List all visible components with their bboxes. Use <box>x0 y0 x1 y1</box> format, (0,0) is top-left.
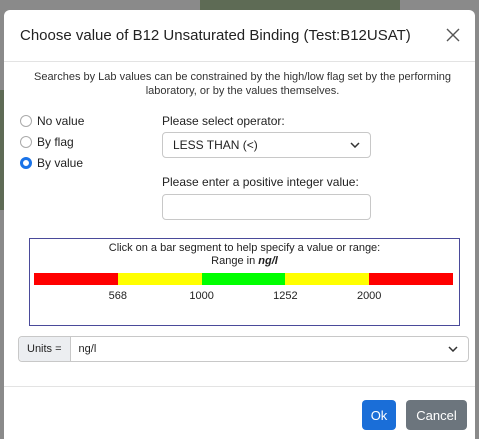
range-segment-1[interactable] <box>34 273 118 285</box>
units-select[interactable]: ng/l <box>71 337 468 361</box>
range-segment-4[interactable] <box>285 273 370 285</box>
chevron-down-icon <box>448 346 458 352</box>
operator-label: Please select operator: <box>162 114 285 128</box>
radio-label: No value <box>37 114 85 128</box>
dialog-header: Choose value of B12 Unsaturated Binding … <box>4 10 475 62</box>
value-label: Please enter a positive integer value: <box>162 175 359 189</box>
value-input[interactable] <box>162 194 371 220</box>
cancel-button[interactable]: Cancel <box>406 400 467 430</box>
radio-by-value[interactable]: By value <box>20 155 83 171</box>
range-segment-5[interactable] <box>369 273 453 285</box>
units-selected-value: ng/l <box>78 343 97 355</box>
range-tick-label: 2000 <box>356 290 382 302</box>
footer-divider <box>4 386 475 387</box>
close-icon <box>446 28 460 42</box>
dialog-title: Choose value of B12 Unsaturated Binding … <box>20 27 411 44</box>
range-bar <box>34 273 453 285</box>
ok-button[interactable]: Ok <box>362 400 396 430</box>
radio-indicator <box>20 115 32 127</box>
close-button[interactable] <box>441 23 465 47</box>
operator-selected-value: LESS THAN (<) <box>173 138 258 152</box>
range-tick-label: 1000 <box>189 290 214 302</box>
radio-label: By value <box>37 156 84 170</box>
range-unit-prefix: Range in <box>211 255 259 267</box>
range-segment-3[interactable] <box>201 273 286 285</box>
choose-value-dialog: Choose value of B12 Unsaturated Binding … <box>4 10 475 439</box>
range-helper: Click on a bar segment to help specify a… <box>29 238 460 326</box>
range-tick-label: 1252 <box>273 290 298 302</box>
radio-by-flag[interactable]: By flag <box>20 134 74 150</box>
radio-indicator-checked <box>20 157 32 169</box>
range-unit-line: Range in ng/l <box>30 255 459 267</box>
background-app-strip <box>200 0 400 10</box>
radio-indicator <box>20 136 32 148</box>
range-hint: Click on a bar segment to help specify a… <box>108 242 381 254</box>
range-tick-label: 568 <box>108 290 127 302</box>
radio-no-value[interactable]: No value <box>20 113 84 129</box>
operator-select[interactable]: LESS THAN (<) <box>162 132 371 158</box>
chevron-down-icon <box>350 142 360 148</box>
units-row: Units = ng/l <box>18 336 469 362</box>
range-segment-2[interactable] <box>117 273 202 285</box>
radio-label: By flag <box>37 135 74 149</box>
units-label: Units = <box>19 337 71 361</box>
range-unit: ng/l <box>258 255 278 267</box>
intro-text: Searches by Lab values can be constraine… <box>33 71 452 97</box>
